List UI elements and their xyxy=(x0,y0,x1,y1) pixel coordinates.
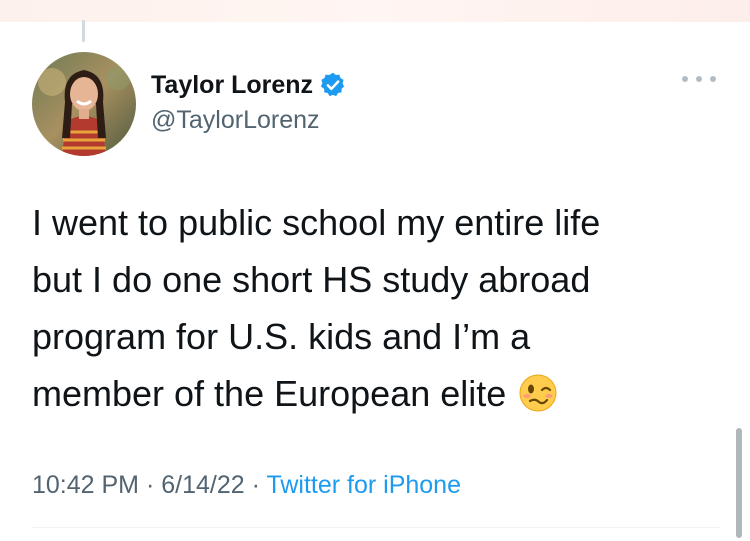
avatar-photo xyxy=(32,52,136,156)
tweet-source-link[interactable]: Twitter for iPhone xyxy=(266,471,461,499)
previous-tweet-edge xyxy=(0,0,750,22)
more-dot xyxy=(696,76,702,82)
tweet-date[interactable]: 6/14/22 xyxy=(161,471,244,499)
tweet-detail: Taylor Lorenz @TaylorLorenz I went to pu… xyxy=(0,0,750,541)
scrollbar[interactable] xyxy=(736,428,742,538)
author-display-name[interactable]: Taylor Lorenz xyxy=(151,69,313,101)
meta-separator: · xyxy=(145,471,155,499)
author-handle[interactable]: @TaylorLorenz xyxy=(151,104,320,136)
woozy-face-emoji-icon xyxy=(518,372,558,412)
more-options-icon[interactable] xyxy=(682,70,716,88)
more-dot xyxy=(682,76,688,82)
tweet-text-line: I went to public school my entire life xyxy=(32,202,601,243)
tweet-metadata: 10:42 PM · 6/14/22 · Twitter for iPhone xyxy=(32,468,461,502)
tweet-text-line: member of the European elite xyxy=(32,373,507,414)
tweet-text-line-last: member of the European elite xyxy=(32,365,722,422)
divider xyxy=(32,527,720,528)
author-name-row: Taylor Lorenz xyxy=(151,67,347,103)
tweet-text-line: but I do one short HS study abroad xyxy=(32,259,591,300)
meta-separator: · xyxy=(251,471,260,499)
tweet-text: I went to public school my entire life b… xyxy=(32,194,722,422)
tweet-text-line: program for U.S. kids and I’m a xyxy=(32,316,531,357)
more-dot xyxy=(710,76,716,82)
avatar[interactable] xyxy=(32,52,136,156)
verified-badge-icon xyxy=(319,71,347,99)
thread-connector-line xyxy=(82,20,85,42)
tweet-time[interactable]: 10:42 PM xyxy=(32,471,139,499)
